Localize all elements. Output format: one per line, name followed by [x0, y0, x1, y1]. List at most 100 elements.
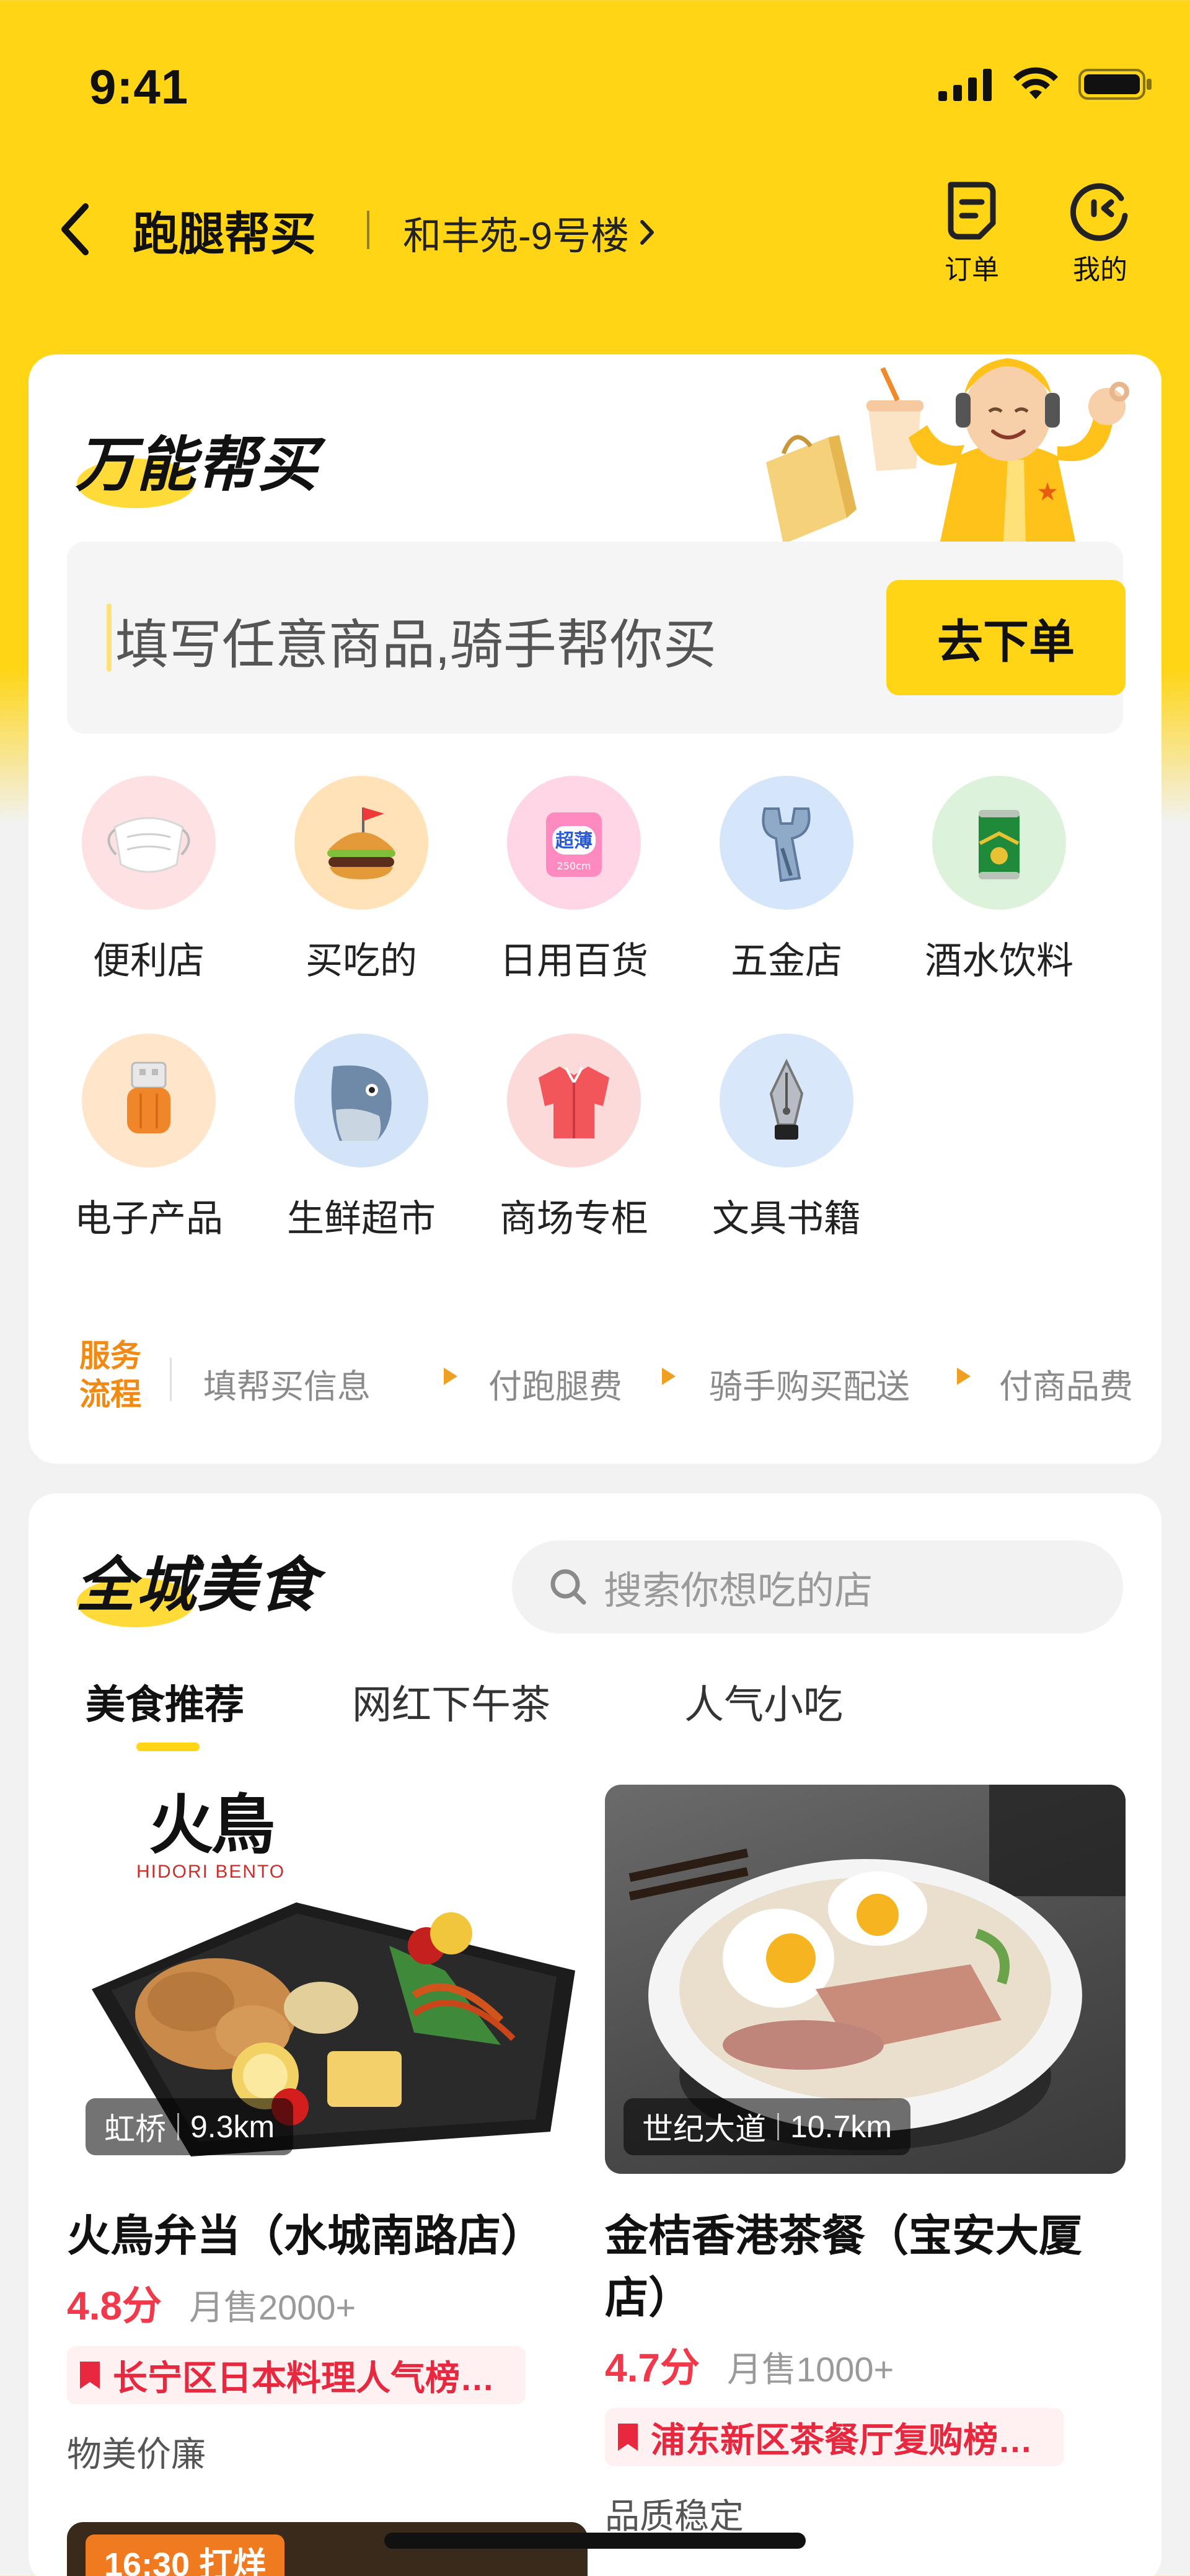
burger-icon — [294, 776, 428, 910]
shop-distance: 10.7km — [790, 2109, 892, 2144]
flow-divider — [170, 1358, 172, 1401]
universal-buy-card: 万能帮买 ★ 填写任意商品,骑手帮你买 去下单 便利店 买吃的 超薄 250cm… — [29, 354, 1161, 1464]
shop-sales: 月售1000+ — [726, 2350, 894, 2389]
tab-snacks[interactable]: 人气小吃 — [684, 1673, 843, 1730]
shop-photo: 世纪大道 10.7km — [605, 1785, 1126, 2174]
beer-can-icon — [932, 776, 1066, 910]
category-daily-goods[interactable]: 超薄 250cm 日用百货 — [481, 776, 667, 985]
category-hardware[interactable]: 五金店 — [694, 776, 879, 985]
category-label: 五金店 — [731, 940, 842, 982]
nav-bar: 跑腿帮买 和丰苑-9号楼 订单 我的 — [0, 180, 1190, 285]
flow-arrow-icon — [957, 1368, 971, 1385]
category-label: 便利店 — [93, 940, 205, 982]
shop-location-badge: 世纪大道 10.7km — [624, 2098, 910, 2155]
shop-distance: 9.3km — [190, 2109, 275, 2144]
shop-rating: 4.8分 — [67, 2284, 162, 2328]
place-order-button[interactable]: 去下单 — [886, 580, 1126, 695]
svg-text:250cm: 250cm — [557, 860, 591, 872]
home-indicator[interactable] — [384, 2533, 806, 2549]
shop-location-badge: 虹桥 9.3km — [86, 2098, 294, 2155]
status-icons — [938, 67, 1153, 102]
ranking-text: 长宁区日本料理人气榜… — [113, 2358, 495, 2398]
category-fresh-market[interactable]: 生鲜超市 — [268, 1034, 454, 1242]
food-search-input[interactable]: 搜索你想吃的店 — [604, 1559, 873, 1615]
mine-label: 我的 — [1073, 255, 1127, 285]
ranking-badge[interactable]: 长宁区日本料理人气榜… — [67, 2346, 526, 2404]
service-flow-tag: 服务流程 — [79, 1339, 141, 1412]
fish-icon — [294, 1034, 428, 1167]
shop-card[interactable]: 世纪大道 10.7km 金桔香港茶餐（宝安大厦店） 4.7分 月售1000+ 浦… — [605, 1785, 1126, 2539]
ranking-text: 浦东新区茶餐厅复购榜… — [651, 2420, 1033, 2460]
shop-area: 世纪大道 — [642, 2112, 766, 2147]
shop-tagline: 物美价廉 — [67, 2435, 206, 2474]
shirt-icon — [507, 1034, 641, 1167]
order-input[interactable]: 填写任意商品,骑手帮你买 — [115, 601, 716, 679]
flow-arrow-icon — [662, 1368, 676, 1385]
category-convenience-store[interactable]: 便利店 — [56, 776, 242, 985]
category-label: 酒水饮料 — [925, 940, 1073, 982]
svg-text:★: ★ — [1038, 479, 1057, 504]
shop-sales: 月售2000+ — [188, 2288, 356, 2327]
orders-button[interactable]: 订单 — [932, 180, 1012, 287]
shop-meta: 4.7分 月售1000+ — [605, 2336, 1126, 2393]
cellular-signal-icon — [938, 69, 992, 101]
tab-afternoon-tea[interactable]: 网红下午茶 — [352, 1673, 550, 1730]
flow-arrow-icon — [444, 1368, 457, 1385]
category-food[interactable]: 买吃的 — [268, 776, 454, 985]
battery-icon — [1078, 69, 1152, 100]
courier-mascot-icon: ★ — [766, 358, 1129, 574]
city-food-title: 全城美食 — [76, 1552, 319, 1619]
chevron-right-icon — [640, 220, 654, 245]
active-tab-indicator — [136, 1743, 200, 1751]
shop-name: 火鳥弁当（水城南路店） — [67, 2212, 544, 2260]
mask-icon — [82, 776, 216, 910]
category-label: 文具书籍 — [712, 1198, 861, 1239]
shop-name: 金桔香港茶餐（宝安大厦店） — [605, 2212, 1082, 2322]
bookmark-icon — [80, 2362, 100, 2389]
profile-face-icon — [1070, 183, 1128, 241]
category-label: 买吃的 — [306, 940, 417, 982]
tab-recommended[interactable]: 美食推荐 — [86, 1673, 244, 1730]
category-label: 电子产品 — [74, 1198, 223, 1239]
category-stationery[interactable]: 文具书籍 — [694, 1034, 879, 1242]
page-title: 跑腿帮买 — [133, 208, 316, 260]
title-divider — [367, 211, 369, 249]
wrench-icon — [720, 776, 853, 910]
shop-card[interactable]: 火鳥 HIDORI BENTO 虹桥 9.3km 火鳥弁当（水城南路店） 4.8… — [67, 1785, 588, 2477]
svg-text:超薄: 超薄 — [555, 830, 593, 852]
shop-meta: 4.8分 月售2000+ — [67, 2274, 588, 2331]
wifi-icon — [1013, 67, 1058, 99]
shop-photo: 火鳥 HIDORI BENTO 虹桥 9.3km — [67, 1785, 588, 2174]
address-label: 和丰苑-9号楼 — [403, 215, 630, 258]
city-food-card: 全城美食 搜索你想吃的店 美食推荐 网红下午茶 人气小吃 火鳥 HIDORI B… — [29, 1493, 1161, 2576]
search-icon — [550, 1569, 586, 1605]
next-shop-card[interactable]: 16:30 打烊 — [67, 2522, 588, 2576]
flow-step: 付跑腿费 — [488, 1368, 622, 1405]
closing-time-badge: 16:30 打烊 — [86, 2534, 285, 2576]
order-input-box[interactable]: 填写任意商品,骑手帮你买 去下单 — [67, 542, 1126, 734]
shop-rating: 4.7分 — [605, 2345, 700, 2390]
status-bar: 9:41 — [0, 0, 1190, 161]
mine-button[interactable]: 我的 — [1060, 180, 1140, 287]
food-search-bar[interactable]: 搜索你想吃的店 — [512, 1541, 1123, 1633]
category-beverages[interactable]: 酒水饮料 — [906, 776, 1092, 985]
category-label: 商场专柜 — [500, 1198, 648, 1239]
text-cursor — [107, 604, 112, 672]
back-button[interactable] — [50, 198, 99, 260]
shop-area: 虹桥 — [104, 2112, 166, 2147]
flow-step: 骑手购买配送 — [709, 1368, 910, 1405]
category-electronics[interactable]: 电子产品 — [56, 1034, 242, 1242]
category-label: 日用百货 — [500, 940, 648, 982]
orders-label: 订单 — [945, 255, 999, 285]
ranking-badge[interactable]: 浦东新区茶餐厅复购榜… — [605, 2408, 1064, 2466]
service-flow: 服务流程 填帮买信息 付跑腿费 骑手购买配送 付商品费 — [79, 1337, 1145, 1423]
chevron-left-icon — [61, 203, 89, 255]
tissue-icon: 超薄 250cm — [507, 776, 641, 910]
address-selector[interactable]: 和丰苑-9号楼 — [403, 204, 655, 260]
category-label: 生鲜超市 — [287, 1198, 436, 1239]
category-mall-counter[interactable]: 商场专柜 — [481, 1034, 667, 1242]
flow-step: 付商品费 — [999, 1368, 1133, 1405]
flow-step: 填帮买信息 — [203, 1368, 371, 1405]
universal-buy-title: 万能帮买 — [76, 432, 319, 498]
shop-tagline: 品质稳定 — [605, 2497, 744, 2536]
